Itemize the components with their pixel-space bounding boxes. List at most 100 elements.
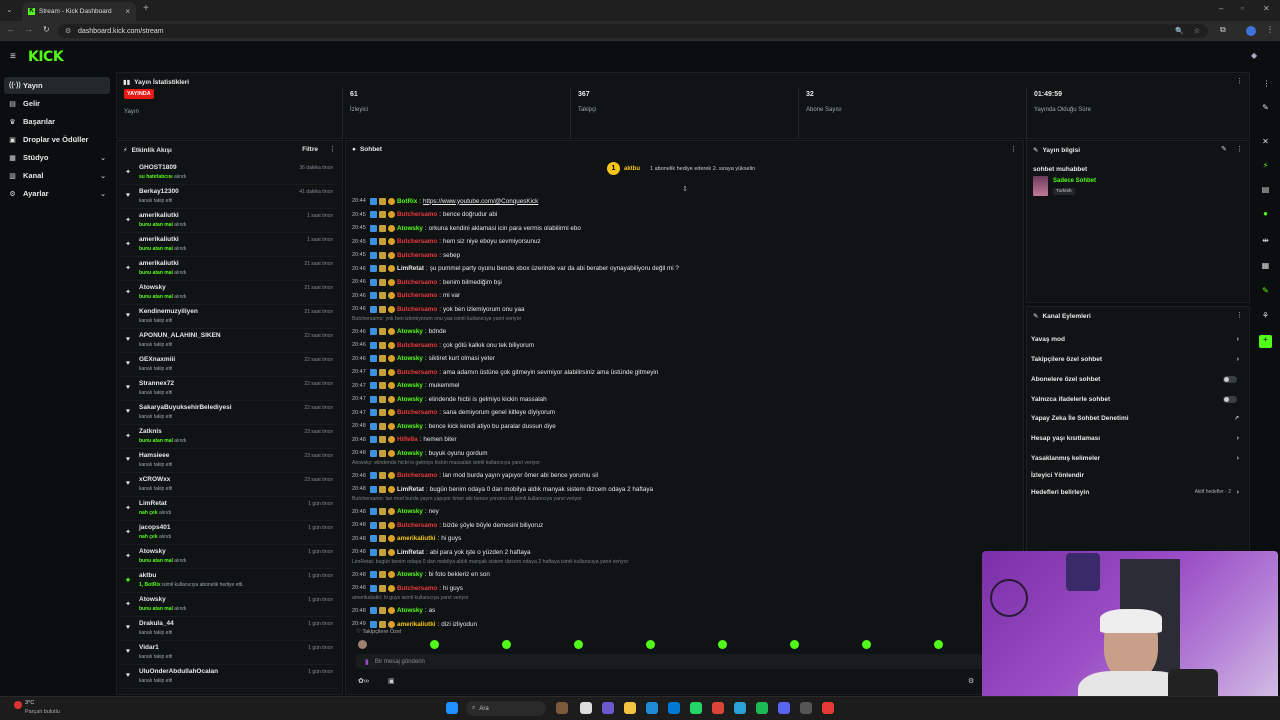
message-username[interactable]: Atowsky [397, 225, 423, 232]
activity-item[interactable]: ♥ Vidar1 kanalı takip etti 1 gün önce [121, 641, 337, 665]
chat-message[interactable]: 20:48 amerikaliutki: hi guys [352, 533, 1012, 545]
sidebar-item-yayin[interactable]: ((·)) Yayın [4, 77, 110, 94]
sidebar-item-studyo[interactable]: ▦ Stüdyo ⌄ [4, 149, 110, 166]
emote-icon[interactable] [574, 640, 583, 649]
sidebar-item-ayarlar[interactable]: ⚙ Ayarlar ⌄ [4, 185, 110, 202]
discord-icon[interactable] [778, 702, 790, 714]
external-link-icon[interactable]: ↗ [1234, 415, 1239, 422]
message-username[interactable]: Butchersamo [397, 292, 437, 299]
sidebar-item-basarilar[interactable]: ♛ Başarılar [4, 113, 110, 130]
chat-message[interactable]: 20:48 Atowsky: ney [352, 506, 1012, 518]
new-tab-icon[interactable]: + [143, 3, 149, 14]
chat-message[interactable]: 20:44 BotRix: https://www.youtube.com/@Con… [352, 195, 1012, 207]
emote-icon[interactable] [646, 640, 655, 649]
window-close-icon[interactable]: ✕ [1263, 4, 1270, 13]
more-options-icon[interactable]: ⋮ [1010, 145, 1017, 153]
activity-item[interactable]: ♥ SakaryaBuyuksehirBelediyesi kanalı takip… [121, 401, 337, 425]
chat-message[interactable]: 20:48 Atowsky: as [352, 605, 1012, 617]
split-tool-icon[interactable]: ⇹ [1259, 236, 1272, 249]
activity-item[interactable]: ♥ xCROWxx kanalı takip etti 23 saat önce [121, 473, 337, 497]
activity-item[interactable]: ✦ amerikaliutki bunu atan mal alındı 21 saa… [121, 257, 337, 281]
message-username[interactable]: Atowsky [397, 607, 423, 614]
chat-message[interactable]: 20:48 Butchersamo: lan mod burda yayın yap… [352, 470, 1012, 482]
activity-item[interactable]: ♥ UluOnderAbdullahOcalan kanalı takip etti… [121, 665, 337, 689]
close-tab-icon[interactable]: × [125, 7, 130, 16]
message-username[interactable]: BotRix [397, 198, 417, 205]
wrench-tool-icon[interactable]: ✎ [1259, 286, 1272, 299]
chat-message[interactable]: 20:46 LimRetat: şu pummel party oyunu bend… [352, 263, 1012, 275]
chevron-right-icon[interactable]: › [1237, 336, 1239, 343]
site-info-icon[interactable]: ⚙ [65, 27, 71, 35]
chat-message[interactable]: 20:49 amerikaliutki: dizi izliyodun [352, 618, 1012, 630]
toggle-switch[interactable] [1223, 395, 1237, 403]
chat-message[interactable]: 20:46 Butchersamo: yok ben izlemiyorum onu… [352, 303, 1012, 315]
chat-tool-icon[interactable]: ● [1259, 209, 1272, 222]
chevron-right-icon[interactable]: › [1237, 455, 1239, 462]
message-username[interactable]: Atowsky [397, 382, 423, 389]
category-name[interactable]: Sadece Sohbet [1053, 178, 1096, 184]
message-username[interactable]: Butchersamo [397, 472, 437, 479]
chat-message[interactable]: 20:48 Hilfe8a: hemen biter [352, 434, 1012, 446]
activity-item[interactable]: ✦ amerikaliutki bunu atan mal alındı 1 saat… [121, 233, 337, 257]
chat-message[interactable]: 20:48 LimRetat: abi para yok işte o yüzden… [352, 546, 1012, 558]
obs-icon[interactable] [822, 702, 834, 714]
pin-icon[interactable]: ⇩ [682, 185, 688, 193]
browser-tab[interactable]: K Stream - Kick Dashboard × [22, 2, 136, 21]
chevron-down-icon[interactable]: ⌄ [100, 154, 106, 162]
emote-icon[interactable] [718, 640, 727, 649]
app-icon[interactable] [800, 702, 812, 714]
emote-icon[interactable] [790, 640, 799, 649]
more-options-icon[interactable]: ⋮ [1236, 311, 1243, 319]
more-options-icon[interactable]: ⋮ [1236, 77, 1243, 85]
message-username[interactable]: Butchersamo [397, 369, 437, 376]
message-username[interactable]: Butchersamo [397, 252, 437, 259]
chat-message[interactable]: 20:47 Atowsky: elindende hicbi is gelmiyo … [352, 393, 1012, 405]
chat-settings-icon[interactable]: ⚙ [968, 677, 974, 685]
pinned-gift-banner[interactable]: 1 aktbu 1 abonelik hediye ederek 2. sıra… [607, 162, 755, 175]
activity-item[interactable]: ♥ Hamsieee kanalı takip etti 23 saat önce [121, 449, 337, 473]
chat-message[interactable]: 20:48 Butchersamo: bizde şöyle böyle demes… [352, 519, 1012, 531]
more-options-icon[interactable]: ⋮ [1260, 79, 1273, 92]
channel-action-item[interactable]: Yasaklanmış kelimeler › [1031, 449, 1245, 467]
chat-message[interactable]: 20:47 Atowsky: mukemmel [352, 380, 1012, 392]
channel-action-item[interactable]: Takipçilere özel sohbet › [1031, 350, 1245, 368]
close-tool-icon[interactable]: ✕ [1259, 137, 1272, 150]
chat-message[interactable]: 20:48 Atowsky: bi foto bekleriz en son [352, 569, 1012, 581]
category-thumbnail[interactable] [1033, 176, 1048, 196]
extensions-icon[interactable]: ⧉ [1220, 25, 1226, 35]
zoom-icon[interactable]: 🔍 [1175, 27, 1184, 35]
message-username[interactable]: Hilfe8a [397, 436, 418, 443]
message-link[interactable]: https://www.youtube.com/@ConquesKick [423, 198, 538, 205]
message-username[interactable]: Butchersamo [397, 342, 437, 349]
file-explorer-icon[interactable] [624, 702, 636, 714]
message-username[interactable]: Butchersamo [397, 522, 437, 529]
emote-icon[interactable] [862, 640, 871, 649]
back-icon[interactable]: ← [7, 25, 15, 34]
activity-item[interactable]: ✦ LimRetat nah çek alındı 1 gün önce [121, 497, 337, 521]
message-username[interactable]: LimRetat [397, 549, 424, 556]
message-username[interactable]: amerikaliutki [397, 621, 436, 628]
telegram-icon[interactable] [734, 702, 746, 714]
message-username[interactable]: Atowsky [397, 571, 423, 578]
task-view-icon[interactable] [580, 702, 592, 714]
emote-icon[interactable] [430, 640, 439, 649]
chevron-right-icon[interactable]: › [1237, 356, 1239, 363]
message-username[interactable]: Atowsky [397, 508, 423, 515]
filter-button[interactable]: Filtre [302, 146, 318, 153]
message-username[interactable]: Butchersamo [397, 585, 437, 592]
copilot-icon[interactable] [602, 702, 614, 714]
chat-message[interactable]: 20:46 Atowsky: siktiret kurt olmasi yeter [352, 353, 1012, 365]
activity-item[interactable]: ✦ GHOST1809 su hatırlatıcısı alındı 36 daki… [121, 161, 337, 185]
kick-logo[interactable]: KICK [28, 49, 64, 65]
message-username[interactable]: Butchersamo [397, 306, 437, 313]
chevron-down-icon[interactable]: ⌄ [100, 190, 106, 198]
chat-message[interactable]: 20:45 Atowsky: orkuna kendini aklamasi ici… [352, 222, 1012, 234]
whatsapp-icon[interactable] [690, 702, 702, 714]
message-username[interactable]: Butchersamo [397, 409, 437, 416]
activity-item[interactable]: ♥ Berkay12300 kanalı takip etti 41 dakika ö… [121, 185, 337, 209]
chat-message[interactable]: 20:45 Butchersamo: hem siz niye eboyu sevm… [352, 236, 1012, 248]
message-username[interactable]: Atowsky [397, 450, 423, 457]
chrome-icon[interactable] [712, 702, 724, 714]
spotify-icon[interactable] [756, 702, 768, 714]
channel-action-item[interactable]: Abonelere özel sohbet [1031, 370, 1245, 388]
